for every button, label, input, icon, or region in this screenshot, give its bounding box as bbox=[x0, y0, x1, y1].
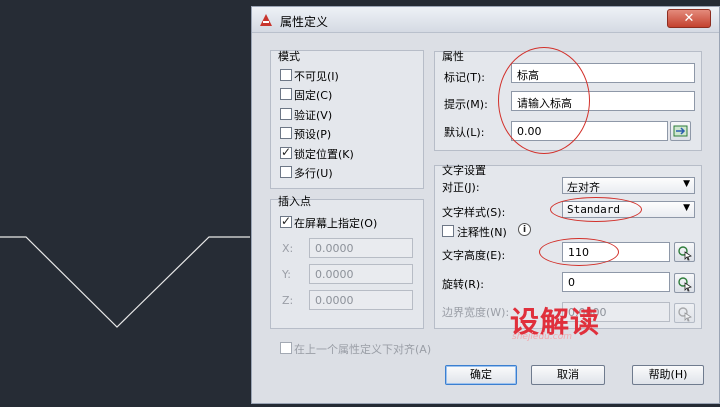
preset-checkbox[interactable] bbox=[280, 127, 292, 139]
pick-boundary-button[interactable] bbox=[674, 303, 695, 323]
specify-on-screen-checkbox[interactable] bbox=[280, 214, 292, 228]
invisible-label: 不可见(I) bbox=[294, 70, 339, 83]
x-field[interactable]: 0.0000 bbox=[309, 238, 413, 258]
info-icon[interactable]: i bbox=[518, 223, 531, 236]
insertion-point-legend: 插入点 bbox=[278, 195, 311, 208]
dialog-title: 属性定义 bbox=[280, 15, 329, 29]
annotative-checkbox[interactable] bbox=[442, 225, 454, 237]
drawing-canvas[interactable] bbox=[0, 0, 250, 404]
z-field[interactable]: 0.0000 bbox=[309, 290, 413, 310]
annotation-ellipse-style bbox=[550, 197, 642, 222]
multiline-label: 多行(U) bbox=[294, 167, 333, 180]
prompt-label: 提示(M): bbox=[444, 98, 488, 111]
annotative-label: 注释性(N) bbox=[457, 226, 507, 239]
annotation-ellipse-attribute bbox=[498, 47, 590, 154]
annotation-ellipse-height bbox=[539, 238, 619, 266]
pick-point-icon bbox=[678, 277, 692, 292]
specify-on-screen-label: 在屏幕上指定(O) bbox=[294, 217, 378, 230]
insert-field-button[interactable] bbox=[670, 121, 691, 141]
align-below-label: 在上一个属性定义下对齐(A) bbox=[294, 343, 432, 356]
justify-select[interactable]: 左对齐 ▼ bbox=[562, 177, 695, 194]
triangle-symbol bbox=[0, 236, 250, 328]
constant-checkbox[interactable] bbox=[280, 88, 292, 100]
text-height-label: 文字高度(E): bbox=[442, 249, 506, 262]
invisible-checkbox[interactable] bbox=[280, 69, 292, 81]
pick-point-icon bbox=[678, 246, 692, 261]
y-label: Y: bbox=[282, 268, 291, 281]
boundary-width-label: 边界宽度(W): bbox=[442, 306, 510, 319]
mode-legend: 模式 bbox=[278, 50, 300, 63]
x-label: X: bbox=[282, 242, 294, 255]
z-label: Z: bbox=[282, 294, 294, 307]
attribute-definition-dialog: 属性定义 ✕ 模式 不可见(I) 固定(C) 验证(V) 预设(P) 锁定位置(… bbox=[251, 6, 720, 404]
default-label: 默认(L): bbox=[444, 126, 485, 139]
text-settings-legend: 文字设置 bbox=[442, 164, 486, 177]
title-bar[interactable]: 属性定义 ✕ bbox=[252, 7, 719, 33]
align-below-checkbox[interactable] bbox=[280, 342, 292, 354]
insert-field-icon bbox=[673, 125, 688, 137]
pick-point-icon bbox=[678, 307, 692, 322]
rotation-label: 旋转(R): bbox=[442, 278, 484, 291]
rotation-input[interactable]: 0 bbox=[562, 272, 670, 292]
watermark-url: shejiedu.com bbox=[512, 332, 572, 342]
text-style-label: 文字样式(S): bbox=[442, 206, 506, 219]
close-icon: ✕ bbox=[683, 11, 695, 26]
attribute-legend: 属性 bbox=[442, 50, 464, 63]
pick-height-button[interactable] bbox=[674, 242, 695, 262]
chevron-down-icon: ▼ bbox=[683, 179, 690, 189]
lock-position-label: 锁定位置(K) bbox=[294, 148, 354, 161]
verify-label: 验证(V) bbox=[294, 109, 333, 122]
justify-value: 左对齐 bbox=[567, 181, 600, 194]
chevron-down-icon: ▼ bbox=[683, 203, 690, 213]
lock-position-checkbox[interactable] bbox=[280, 145, 292, 159]
constant-label: 固定(C) bbox=[294, 89, 333, 102]
tag-label: 标记(T): bbox=[444, 71, 486, 84]
autocad-app-icon bbox=[258, 12, 274, 28]
ok-button[interactable]: 确定 bbox=[445, 365, 517, 385]
preset-label: 预设(P) bbox=[294, 128, 332, 141]
y-field[interactable]: 0.0000 bbox=[309, 264, 413, 284]
cancel-button[interactable]: 取消 bbox=[531, 365, 605, 385]
verify-checkbox[interactable] bbox=[280, 108, 292, 120]
close-button[interactable]: ✕ bbox=[667, 9, 711, 28]
multiline-checkbox[interactable] bbox=[280, 166, 292, 178]
help-button[interactable]: 帮助(H) bbox=[632, 365, 704, 385]
pick-rotation-button[interactable] bbox=[674, 273, 695, 293]
justify-label: 对正(J): bbox=[442, 181, 480, 194]
